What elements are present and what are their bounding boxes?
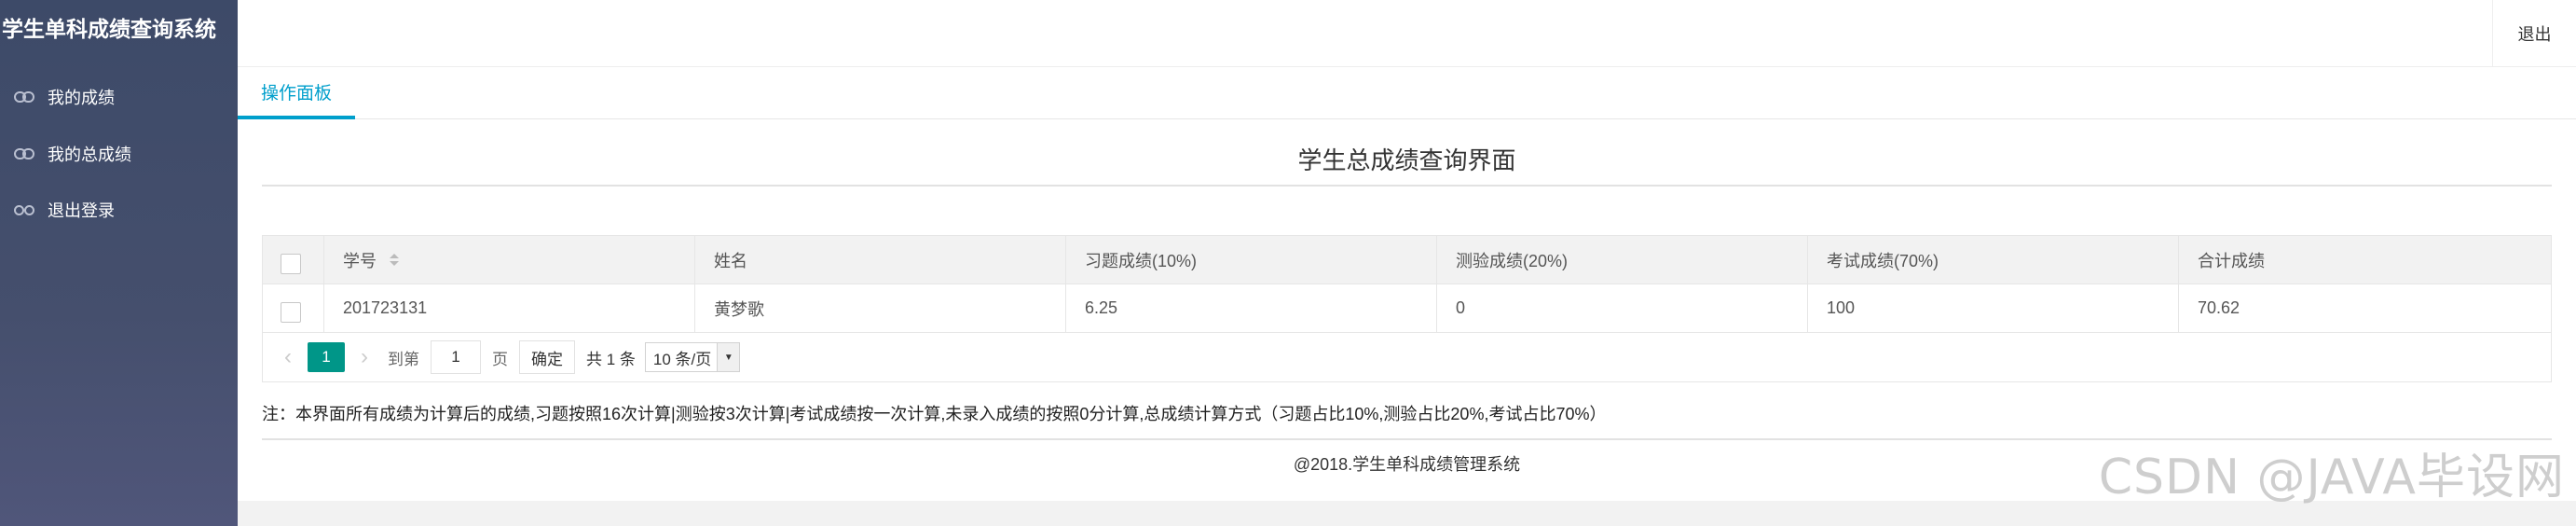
pagination: ‹ 1 › 到第 页 确定 共 1 条 10 条/页 ▼ (263, 333, 2551, 381)
tab-operation-panel[interactable]: 操作面板 (238, 67, 356, 119)
score-table: 学号 姓名 习题成绩(10%) 测验成绩(20%) 考试成绩(70%) 合计成绩… (262, 235, 2552, 382)
cell-student-id: 201723131 (324, 284, 695, 332)
column-header-quiz-score: 测验成绩(20%) (1437, 236, 1808, 284)
table-row: 201723131 黄梦歌 6.25 0 100 70.62 (263, 284, 2551, 333)
sort-icon[interactable] (390, 254, 399, 266)
logout-button[interactable]: 退出 (2492, 0, 2576, 67)
column-header-name: 姓名 (695, 236, 1066, 284)
sidebar-item-label: 退出登录 (48, 201, 115, 220)
column-header-total-score: 合计成绩 (2198, 251, 2265, 270)
next-page-icon[interactable]: › (350, 344, 378, 370)
chevron-down-icon: ▼ (717, 343, 740, 371)
page-title: 学生总成绩查询界面 (262, 142, 2552, 187)
column-header-student-id[interactable]: 学号 (324, 236, 695, 284)
cell-total-score: 70.62 (2198, 298, 2240, 317)
cell-exercise-score: 6.25 (1066, 284, 1437, 332)
prev-page-icon[interactable]: ‹ (274, 344, 302, 370)
note-text: 注：本界面所有成绩为计算后的成绩,习题按照16次计算|测验按3次计算|考试成绩按… (262, 405, 1607, 423)
cell-quiz-score: 0 (1437, 284, 1808, 332)
row-select-cell (263, 284, 324, 332)
top-bar: 退出 (238, 0, 2576, 67)
main-content: 操作面板 学生总成绩查询界面 学号 姓名 习题成绩(10%) 测验成绩(20%)… (238, 67, 2576, 501)
app-title: 学生单科成绩查询系统 (2, 17, 216, 41)
select-all-cell (263, 236, 324, 284)
sidebar-item-logout[interactable]: 退出登录 (0, 193, 238, 227)
cell-name: 黄梦歌 (695, 284, 1066, 332)
column-header-exercise-score: 习题成绩(10%) (1066, 236, 1437, 284)
page-size-value: 10 条/页 (652, 350, 712, 368)
sidebar: 学生单科成绩查询系统 我的成绩 我的总成绩 退出登录 (0, 0, 238, 526)
row-checkbox[interactable] (281, 301, 301, 323)
sidebar-item-label: 我的成绩 (48, 89, 115, 107)
unlink-icon (14, 205, 34, 215)
watermark: CSDN @JAVA毕设网 (2098, 450, 2565, 505)
sidebar-item-my-total-scores[interactable]: 我的总成绩 (0, 137, 238, 171)
table-header-row: 学号 姓名 习题成绩(10%) 测验成绩(20%) 考试成绩(70%) 合计成绩 (263, 236, 2551, 284)
cell-exam-score: 100 (1808, 284, 2179, 332)
link-icon (14, 91, 34, 103)
page-size-select[interactable]: 10 条/页 ▼ (644, 342, 741, 372)
page-1-button[interactable]: 1 (308, 342, 345, 372)
tab-bar: 操作面板 (238, 67, 2576, 119)
sidebar-item-my-scores[interactable]: 我的成绩 (0, 80, 238, 114)
total-count: 共 1 条 (586, 350, 636, 368)
column-header-exam-score: 考试成绩(70%) (1808, 236, 2179, 284)
goto-page-input[interactable] (431, 340, 481, 374)
sidebar-item-label: 我的总成绩 (48, 145, 131, 164)
link-icon (14, 148, 34, 159)
page-unit-label: 页 (492, 350, 508, 368)
select-all-checkbox[interactable] (281, 253, 301, 274)
confirm-button[interactable]: 确定 (519, 340, 575, 374)
goto-label: 到第 (388, 350, 419, 368)
